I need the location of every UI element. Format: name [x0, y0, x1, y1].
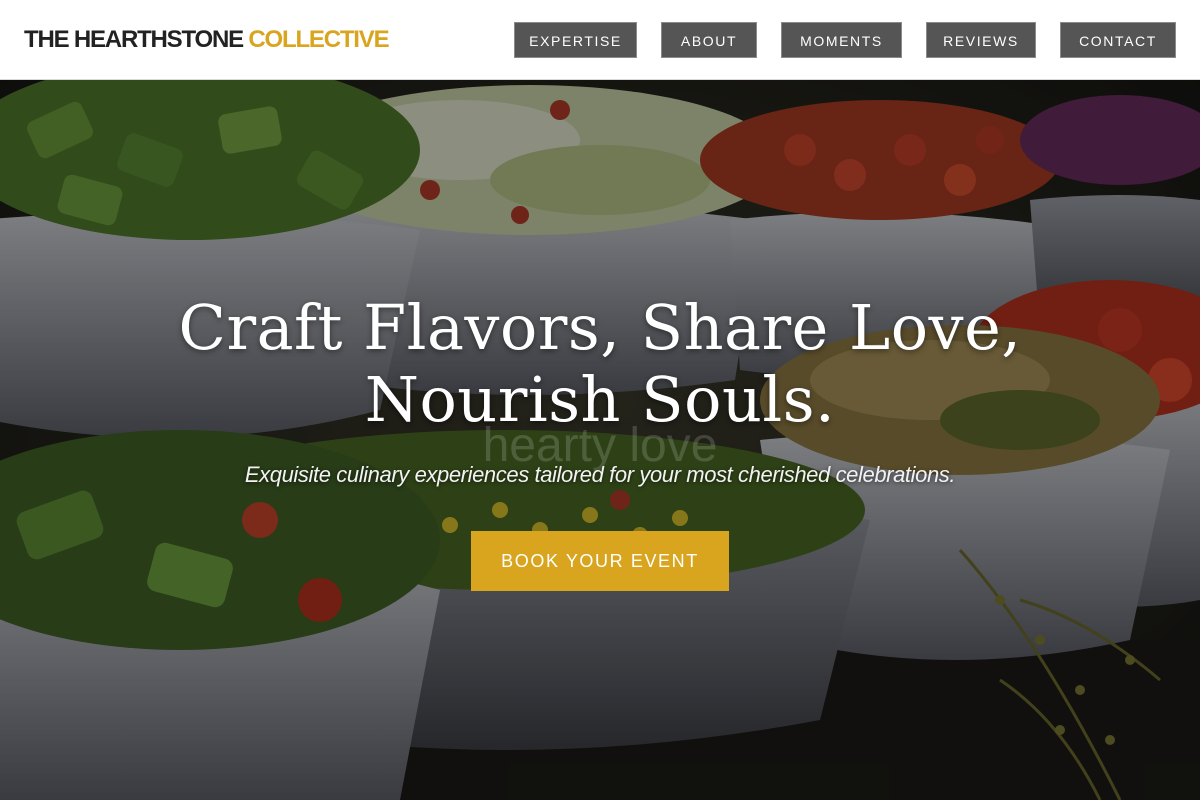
hero-dark-overlay: [0, 80, 1200, 800]
hero-section: Craft Flavors, Share Love, Nourish Souls…: [0, 80, 1200, 800]
hero-title-line-1: Craft Flavors, Share Love,: [178, 291, 1022, 364]
nav-about-button[interactable]: ABOUT: [661, 22, 757, 58]
site-header: THE HEARTHSTONE COLLECTIVE EXPERTISE ABO…: [0, 0, 1200, 80]
hero-title-line-2: Nourish Souls.: [364, 363, 836, 436]
hero-title: Craft Flavors, Share Love, Nourish Souls…: [0, 292, 1200, 436]
brand-logo[interactable]: THE HEARTHSTONE COLLECTIVE: [24, 24, 390, 56]
book-event-button[interactable]: BOOK YOUR EVENT: [471, 531, 729, 591]
nav-contact-button[interactable]: CONTACT: [1060, 22, 1176, 58]
brand-name-main: THE HEARTHSTONE: [24, 26, 244, 53]
nav-reviews-button[interactable]: REVIEWS: [926, 22, 1036, 58]
nav-expertise-button[interactable]: EXPERTISE: [514, 22, 637, 58]
brand-name-accent: COLLECTIVE: [248, 26, 389, 53]
hero-subtitle: Exquisite culinary experiences tailored …: [244, 462, 956, 487]
nav-moments-button[interactable]: MOMENTS: [781, 22, 902, 58]
